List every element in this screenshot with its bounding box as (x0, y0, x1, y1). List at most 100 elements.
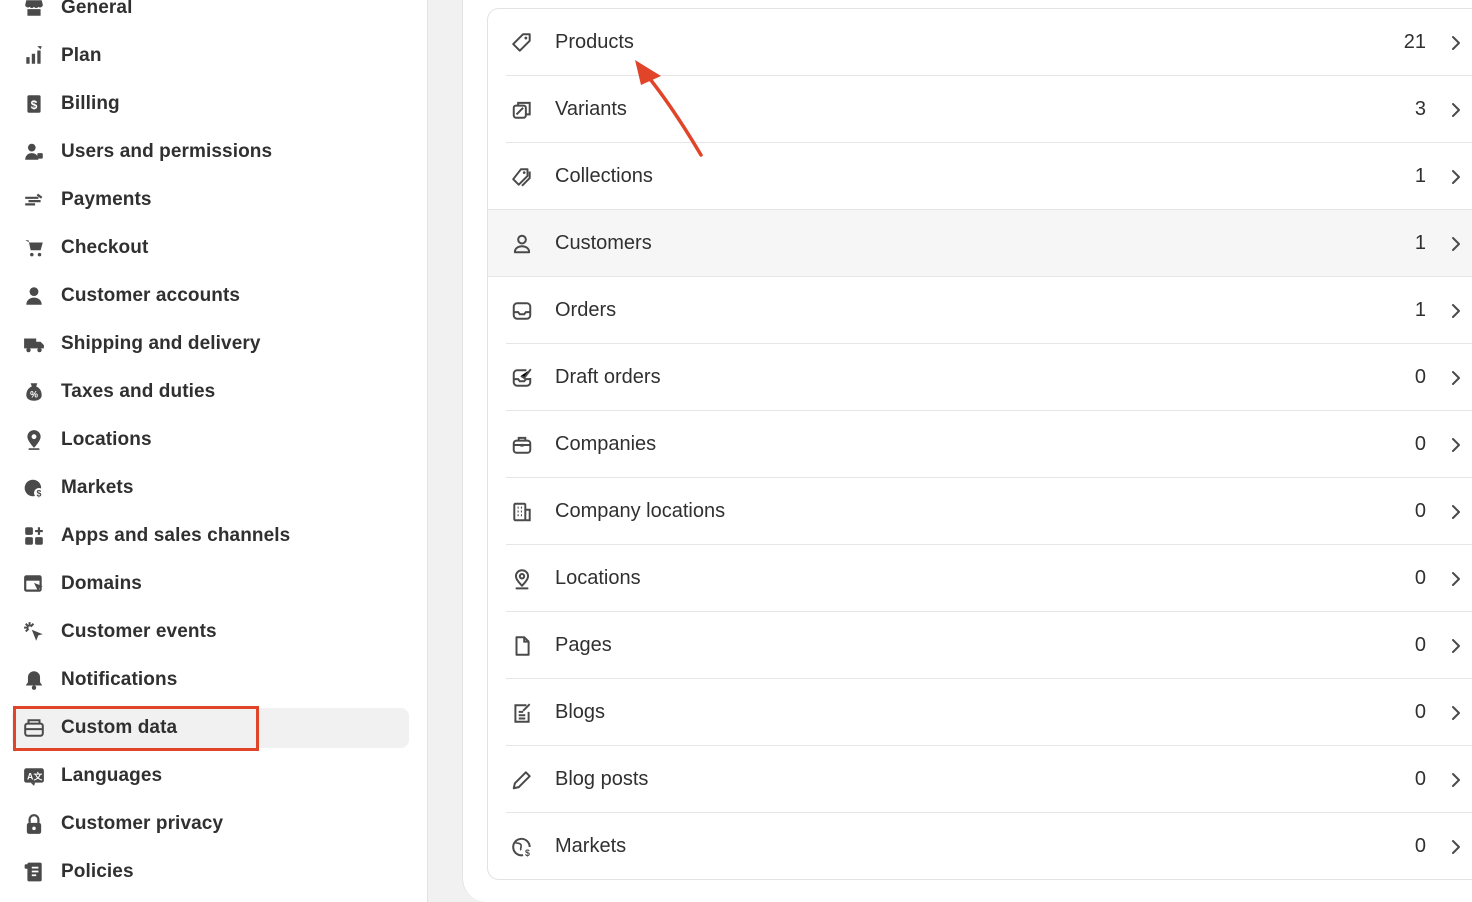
metafield-definitions-card: Products 21 Variants 3 Collections 1 Cus… (487, 8, 1472, 880)
sidebar-item-payments[interactable]: Payments (12, 180, 409, 220)
users-icon (22, 140, 46, 164)
sidebar-item-users[interactable]: Users and permissions (12, 132, 409, 172)
chevron-right-icon (1446, 301, 1466, 321)
chevron-right-icon (1446, 837, 1466, 857)
sidebar-item-label: Locations (61, 429, 152, 450)
row-draft-orders[interactable]: Draft orders 0 (488, 344, 1472, 411)
row-products[interactable]: Products 21 (488, 9, 1472, 76)
row-customers[interactable]: Customers 1 (488, 210, 1472, 277)
svg-text:文: 文 (33, 770, 42, 782)
sidebar-item-plan[interactable]: Plan (12, 36, 409, 76)
sidebar-item-locations[interactable]: Locations (12, 420, 409, 460)
sidebar-item-markets[interactable]: $ Markets (12, 468, 409, 508)
sidebar-item-apps[interactable]: Apps and sales channels (12, 516, 409, 556)
custom-data-icon (22, 716, 46, 740)
tax-icon: % (22, 380, 46, 404)
sidebar-item-label: Customer accounts (61, 285, 241, 306)
row-company-locations[interactable]: Company locations 0 (488, 478, 1472, 545)
row-count: 1 (1414, 232, 1426, 254)
row-label: Blog posts (555, 768, 649, 790)
sidebar-item-label: Billing (61, 93, 120, 114)
chevron-right-icon (1446, 435, 1466, 455)
row-label: Blogs (555, 701, 606, 723)
chevron-right-icon (1446, 33, 1466, 53)
policy-icon (22, 860, 46, 884)
row-variants[interactable]: Variants 3 (488, 76, 1472, 143)
globe-icon: $ (22, 476, 46, 500)
sidebar-item-label: Customer events (61, 621, 217, 642)
row-label: Pages (555, 634, 612, 656)
sidebar-item-shipping[interactable]: Shipping and delivery (12, 324, 409, 364)
row-companies[interactable]: Companies 0 (488, 411, 1472, 478)
globe-icon: $ (510, 835, 534, 859)
location-pin-icon (510, 567, 534, 591)
sidebar-item-customer-accounts[interactable]: Customer accounts (12, 276, 409, 316)
row-blog-posts[interactable]: Blog posts 0 (488, 746, 1472, 813)
row-count: 3 (1414, 98, 1426, 120)
row-locations[interactable]: Locations 0 (488, 545, 1472, 612)
person-icon (22, 284, 46, 308)
sidebar-item-label: Languages (61, 765, 163, 786)
row-blogs[interactable]: Blogs 0 (488, 679, 1472, 746)
sidebar-item-label: Apps and sales channels (61, 525, 291, 546)
row-count: 0 (1414, 634, 1426, 656)
collections-icon (510, 165, 534, 189)
sidebar-item-custom-data[interactable]: Custom data (12, 708, 409, 748)
sidebar-item-general[interactable]: General (12, 0, 409, 28)
row-label: Draft orders (555, 366, 661, 388)
sidebar-item-domains[interactable]: Domains (12, 564, 409, 604)
row-count: 21 (1403, 31, 1426, 53)
svg-text:$: $ (525, 847, 530, 857)
page-icon (510, 634, 534, 658)
row-label: Variants (555, 98, 627, 120)
row-pages[interactable]: Pages 0 (488, 612, 1472, 679)
translate-icon: A文 (22, 764, 46, 788)
sidebar-item-label: Domains (61, 573, 142, 594)
row-label: Products (555, 31, 634, 53)
cart-icon (22, 236, 46, 260)
billing-icon: $ (22, 92, 46, 116)
sidebar-item-notifications[interactable]: Notifications (12, 660, 409, 700)
row-label: Company locations (555, 500, 726, 522)
sidebar-item-customer-events[interactable]: Customer events (12, 612, 409, 652)
chevron-right-icon (1446, 502, 1466, 522)
payments-icon (22, 188, 46, 212)
row-count: 0 (1414, 366, 1426, 388)
chevron-right-icon (1446, 770, 1466, 790)
customer-icon (510, 232, 534, 256)
plan-icon (22, 44, 46, 68)
bell-icon (22, 668, 46, 692)
tag-icon (510, 31, 534, 55)
chevron-right-icon (1446, 368, 1466, 388)
row-orders[interactable]: Orders 1 (488, 277, 1472, 344)
sidebar-item-policies[interactable]: Policies (12, 852, 409, 892)
chevron-right-icon (1446, 100, 1466, 120)
row-count: 0 (1414, 567, 1426, 589)
cursor-click-icon (22, 620, 46, 644)
sidebar-item-label: Payments (61, 189, 152, 210)
sidebar-item-checkout[interactable]: Checkout (12, 228, 409, 268)
row-markets[interactable]: $ Markets 0 (488, 813, 1472, 879)
variants-icon (510, 98, 534, 122)
row-count: 0 (1414, 433, 1426, 455)
sidebar-item-taxes[interactable]: % Taxes and duties (12, 372, 409, 412)
row-count: 1 (1414, 299, 1426, 321)
sidebar-item-languages[interactable]: A文 Languages (12, 756, 409, 796)
row-count: 0 (1414, 500, 1426, 522)
sidebar-item-label: Customer privacy (61, 813, 224, 834)
sidebar-item-billing[interactable]: $ Billing (12, 84, 409, 124)
row-collections[interactable]: Collections 1 (488, 143, 1472, 210)
settings-sidebar: General Plan $ Billing Users and permiss… (0, 0, 428, 902)
sidebar-item-customer-privacy[interactable]: Customer privacy (12, 804, 409, 844)
row-label: Companies (555, 433, 657, 455)
store-icon (22, 0, 46, 20)
svg-text:$: $ (31, 98, 38, 112)
row-label: Orders (555, 299, 617, 321)
row-label: Customers (555, 232, 652, 254)
pencil-icon (510, 768, 534, 792)
sidebar-item-label: Notifications (61, 669, 178, 690)
row-count: 1 (1414, 165, 1426, 187)
chevron-right-icon (1446, 636, 1466, 656)
row-label: Locations (555, 567, 641, 589)
row-count: 0 (1414, 768, 1426, 790)
